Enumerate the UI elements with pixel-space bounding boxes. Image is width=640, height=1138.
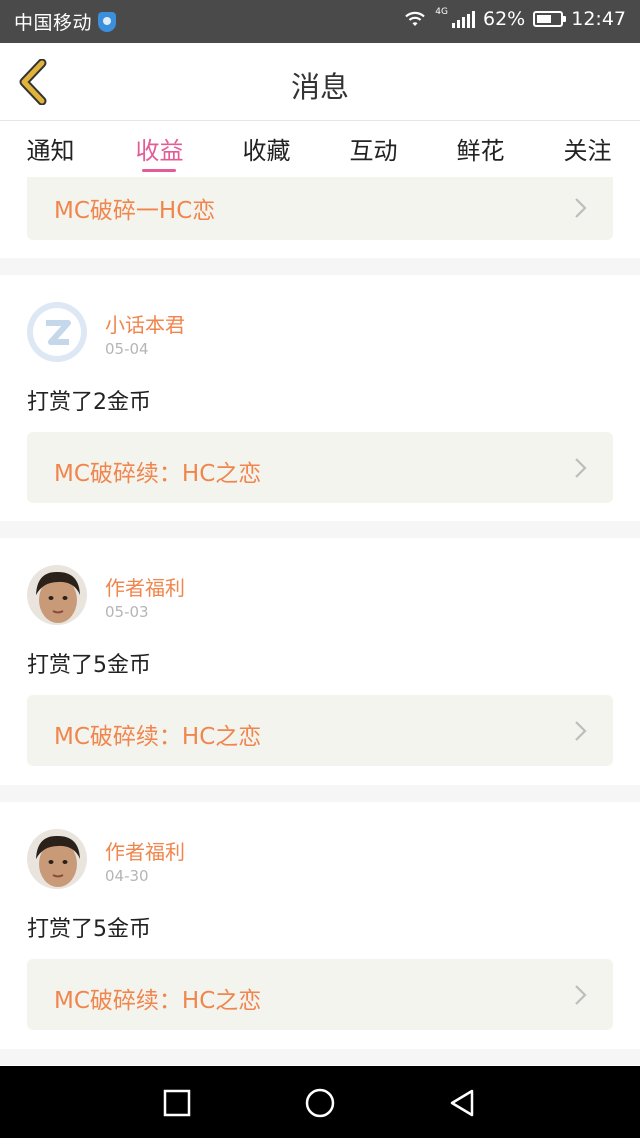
page-title: 消息 (290, 70, 349, 104)
book-title: MC破碎续：HC之恋 (54, 461, 262, 487)
message-list: MC破碎一HC恋 小话本君 05-04 打赏了2金币 MC破碎续：HC之恋 作者… (0, 177, 640, 1065)
book-title: MC破碎一HC恋 (54, 198, 216, 224)
chevron-right-icon (575, 198, 587, 218)
status-left: 中国移动 (14, 8, 117, 35)
message-date: 05-04 (105, 340, 149, 358)
network-type-label: 4G (435, 7, 448, 17)
back-triangle-icon[interactable] (447, 1088, 477, 1118)
reward-message-item: 作者福利 05-03 打赏了5金币 MC破碎续：HC之恋 (0, 538, 640, 784)
status-bar: 中国移动 4G 62% 12:47 (0, 0, 640, 43)
battery-percent: 62% (483, 8, 526, 30)
chevron-right-icon (575, 985, 587, 1005)
security-shield-icon (98, 11, 117, 32)
tab-following[interactable]: 关注 (534, 131, 640, 166)
section-divider (0, 1049, 640, 1065)
user-name[interactable]: 作者福利 (105, 836, 185, 865)
home-icon[interactable] (305, 1088, 335, 1118)
reward-message-item: 小话本君 05-04 打赏了2金币 MC破碎续：HC之恋 (0, 275, 640, 521)
book-link-card[interactable]: MC破碎一HC恋 (27, 177, 613, 240)
active-tab-indicator (142, 169, 176, 172)
carrier-label: 中国移动 (14, 12, 93, 34)
section-divider (0, 785, 640, 802)
clock: 12:47 (571, 8, 626, 30)
section-divider (0, 521, 640, 538)
user-name[interactable]: 小话本君 (105, 309, 185, 338)
chevron-right-icon (575, 458, 587, 478)
tab-earnings[interactable]: 收益 (106, 131, 213, 166)
section-divider (0, 258, 640, 275)
tab-favorites[interactable]: 收藏 (213, 131, 320, 166)
message-date: 04-30 (105, 867, 149, 885)
message-date: 05-03 (105, 603, 149, 621)
signal-icon (452, 10, 475, 28)
user-photo-icon (27, 829, 87, 889)
tab-bar: 通知 收益 收藏 互动 鲜花 关注 (0, 121, 640, 177)
book-title: MC破碎续：HC之恋 (54, 724, 262, 750)
reward-text: 打赏了5金币 (27, 653, 151, 678)
system-nav-bar (0, 1066, 640, 1138)
reward-message-item: 作者福利 04-30 打赏了5金币 MC破碎续：HC之恋 (0, 802, 640, 1048)
reward-text: 打赏了2金币 (27, 390, 151, 415)
wifi-icon (405, 11, 426, 26)
app-header: 消息 (0, 43, 640, 121)
book-link-card[interactable]: MC破碎续：HC之恋 (27, 432, 613, 503)
book-link-card[interactable]: MC破碎续：HC之恋 (27, 959, 613, 1030)
status-right: 4G 62% 12:47 (403, 7, 626, 30)
user-avatar[interactable] (27, 829, 87, 889)
battery-icon (533, 11, 567, 27)
book-link-card[interactable]: MC破碎续：HC之恋 (27, 695, 613, 766)
reward-text: 打赏了5金币 (27, 917, 151, 942)
chevron-right-icon (575, 721, 587, 741)
book-title: MC破碎续：HC之恋 (54, 988, 262, 1014)
user-name[interactable]: 作者福利 (105, 572, 185, 601)
battery-fill (537, 15, 552, 23)
tab-flowers[interactable]: 鲜花 (427, 131, 534, 166)
user-avatar[interactable] (27, 565, 87, 625)
user-photo-icon (27, 565, 87, 625)
default-avatar-icon[interactable] (27, 302, 87, 362)
recent-apps-icon[interactable] (162, 1088, 192, 1118)
tab-interactions[interactable]: 互动 (320, 131, 427, 166)
tab-notifications[interactable]: 通知 (0, 131, 104, 166)
